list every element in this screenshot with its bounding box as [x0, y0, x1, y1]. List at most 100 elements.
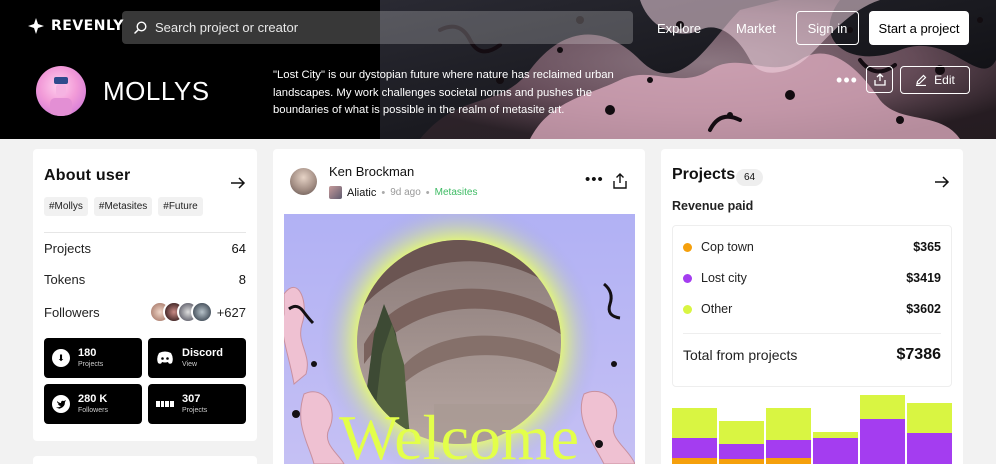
edit-label: Edit [934, 73, 955, 87]
bar-segment [766, 440, 811, 458]
social-value: 307 [182, 393, 201, 405]
tag[interactable]: #Mollys [44, 197, 88, 216]
logo-icon [28, 18, 44, 34]
post-collection[interactable]: Aliatic [347, 187, 376, 199]
bar-segment [672, 438, 717, 458]
social-projects[interactable]: ⬇ 180 Projects [44, 338, 142, 378]
nav-market[interactable]: Market [736, 21, 776, 36]
share-icon [873, 73, 886, 86]
follower-avatar [190, 301, 213, 323]
search-bar[interactable] [122, 11, 633, 44]
bar-segment [813, 432, 858, 438]
projects-count-badge: 64 [736, 169, 764, 186]
revenue-value: $3602 [906, 302, 941, 316]
author-avatar[interactable] [290, 168, 317, 195]
post-meta: Aliatic • 9d ago • Metasites [329, 186, 477, 199]
stat-label: Tokens [44, 272, 86, 287]
post-category[interactable]: Metasites [435, 187, 478, 198]
pencil-icon [916, 74, 927, 86]
separator-dot: • [425, 186, 430, 199]
revenue-subtitle: Revenue paid [672, 199, 754, 213]
social-discord[interactable]: Discord View [148, 338, 246, 378]
revenue-label: Lost city [701, 271, 747, 285]
social-caption: Followers [78, 407, 108, 414]
share-icon[interactable] [613, 173, 627, 189]
tag[interactable]: #Future [158, 197, 203, 216]
total-label: Total from projects [683, 347, 798, 363]
bar-segment [672, 458, 717, 464]
post-image[interactable]: Welcome [284, 214, 635, 464]
more-options-icon[interactable]: ••• [585, 171, 604, 188]
stat-row-tokens: Tokens 8 [44, 272, 246, 287]
bar-segment [719, 459, 764, 464]
stat-row-projects: Projects 64 [44, 241, 246, 256]
revenue-value: $3419 [906, 271, 941, 285]
bar-segment [766, 458, 811, 464]
revenue-value: $365 [913, 240, 941, 254]
about-title: About user [44, 167, 131, 184]
bar-segment [719, 421, 764, 444]
search-icon [134, 21, 147, 34]
image-welcome-text: Welcome [339, 402, 579, 464]
revenue-label: Cop town [701, 240, 754, 254]
revenue-row: Cop town $365 [683, 240, 941, 254]
legend-dot [683, 242, 692, 252]
revenue-summary: Cop town $365 Lost city $3419 Other $360… [672, 225, 952, 387]
bar-segment [672, 408, 717, 438]
start-project-button[interactable]: Start a project [869, 11, 969, 45]
bar-segment [860, 419, 905, 464]
sign-in-button[interactable]: Sign in [796, 11, 859, 45]
stat-row-followers: Followers +627 [44, 301, 246, 323]
bar-segment [907, 403, 952, 433]
social-twitter[interactable]: 280 K Followers [44, 384, 142, 424]
collection-thumbnail [329, 186, 342, 199]
social-caption: View [182, 361, 198, 368]
follower-count: +627 [216, 304, 246, 320]
revenue-row: Other $3602 [683, 302, 941, 316]
stat-value: 64 [231, 241, 246, 256]
tag-list: #Mollys #Metasites #Future [44, 197, 203, 216]
bar-segment [719, 444, 764, 459]
search-input[interactable] [155, 20, 595, 35]
social-caption: Projects [182, 407, 208, 414]
projects-title: Projects [672, 166, 736, 183]
more-options-icon[interactable]: ••• [835, 68, 859, 92]
bar-column [813, 432, 858, 464]
bar-segment [907, 433, 952, 464]
twitter-icon [52, 395, 70, 413]
discord-icon [157, 351, 173, 364]
share-button[interactable] [866, 66, 893, 93]
follower-avatars[interactable]: +627 [148, 301, 246, 323]
post-author[interactable]: Ken Brockman [329, 164, 414, 179]
revenue-bar-chart [672, 395, 952, 464]
bar-segment [813, 438, 858, 464]
legend-dot [683, 304, 692, 314]
arrow-right-icon[interactable] [230, 176, 246, 190]
social-value: 280 K [78, 393, 108, 405]
bar-segment [766, 408, 811, 440]
post-time: 9d ago [390, 187, 421, 198]
separator-dot: • [381, 186, 386, 199]
divider [683, 333, 941, 334]
profile-avatar [36, 66, 86, 116]
social-caption: Projects [78, 361, 104, 368]
stat-label: Projects [44, 241, 91, 256]
bar-column [766, 408, 811, 464]
bar-column [719, 421, 764, 464]
stat-label: Followers [44, 304, 100, 320]
bar-column [672, 408, 717, 464]
nav-explore[interactable]: Explore [657, 21, 701, 36]
social-links: ⬇ 180 Projects Discord View 280 K Follow… [44, 338, 246, 424]
bar-segment [860, 395, 905, 419]
social-blur[interactable]: 307 Projects [148, 384, 246, 424]
edit-profile-button[interactable]: Edit [900, 66, 970, 94]
blur-icon [156, 401, 174, 407]
next-card-preview [33, 456, 257, 464]
social-value: Discord [182, 347, 223, 359]
revenue-total: Total from projects $7386 [683, 346, 941, 364]
revenue-row: Lost city $3419 [683, 271, 941, 285]
brand-logo[interactable]: REVENLY [27, 17, 124, 35]
divider [44, 232, 246, 233]
arrow-right-icon[interactable] [934, 175, 950, 189]
tag[interactable]: #Metasites [93, 197, 153, 216]
